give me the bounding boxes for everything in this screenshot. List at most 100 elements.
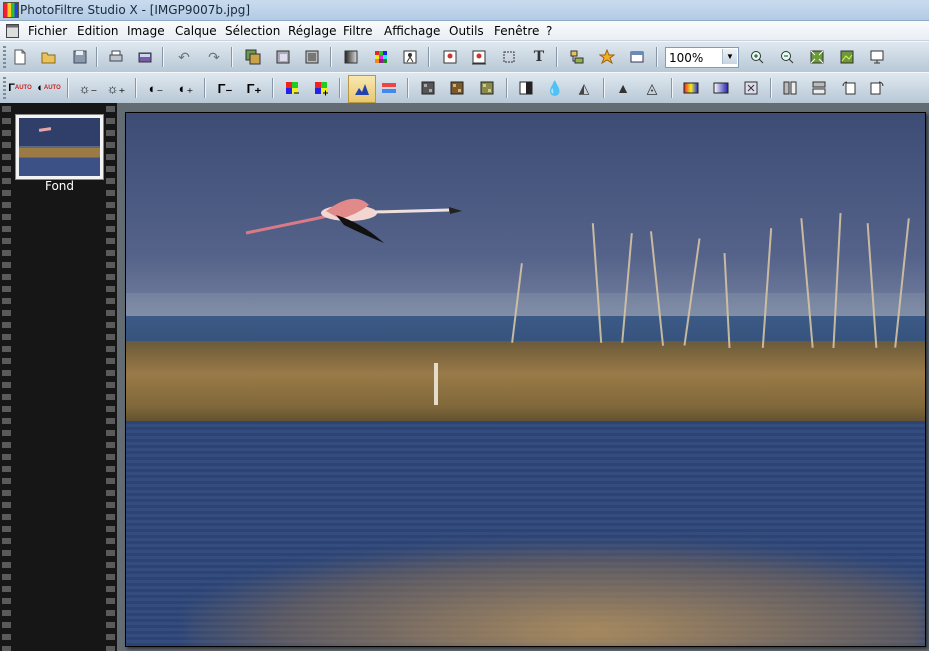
toolbar-separator (407, 78, 409, 98)
layer-name: Fond (44, 179, 75, 193)
scan-icon[interactable] (134, 46, 156, 68)
document-icon[interactable] (6, 24, 19, 38)
paste-icon[interactable] (272, 46, 294, 68)
zoom-select[interactable]: 100% ▼ (665, 47, 739, 68)
toolbar-separator (272, 78, 274, 98)
white-post (434, 363, 438, 405)
window-title: PhotoFiltre Studio X - [IMGP9007b.jpg] (20, 3, 251, 17)
layer-icon[interactable] (301, 46, 323, 68)
toolbar-grip[interactable] (3, 46, 6, 68)
menu-fichier[interactable]: Fichier (25, 23, 70, 39)
menu-help[interactable]: ? (543, 23, 555, 39)
film-strip (106, 103, 115, 651)
image-size-icon[interactable] (439, 46, 461, 68)
toolbar-separator (603, 78, 605, 98)
palette-icon[interactable] (370, 46, 392, 68)
drop-icon[interactable]: 💧 (544, 77, 566, 99)
contrast-plus-icon[interactable]: ◐₊ (175, 77, 197, 99)
save-icon[interactable] (69, 46, 91, 68)
foreground-reeds (186, 543, 925, 646)
menu-selection[interactable]: Sélection (222, 23, 283, 39)
app-icon (3, 2, 19, 18)
print-icon[interactable] (105, 46, 127, 68)
toolbar-separator (671, 78, 673, 98)
toolbar-separator (96, 47, 98, 67)
menu-edition[interactable]: Edition (74, 23, 122, 39)
slideshow-icon[interactable] (866, 46, 888, 68)
menu-affichage[interactable]: Affichage (381, 23, 443, 39)
flamingo (245, 198, 462, 243)
auto-levels-icon[interactable]: Γ AUTO (8, 77, 32, 99)
toolbar-separator (231, 47, 233, 67)
layer-panel: Fond (0, 103, 117, 651)
zoom-value: 100% (669, 51, 704, 65)
saturation-minus-icon[interactable] (281, 77, 303, 99)
star-icon[interactable] (596, 46, 618, 68)
gamma-minus-icon[interactable]: Γ₋ (214, 77, 236, 99)
fit-screen-icon[interactable] (806, 46, 828, 68)
flip-vertical-icon[interactable] (808, 77, 830, 99)
menu-outils[interactable]: Outils (446, 23, 487, 39)
histogram-icon[interactable] (348, 75, 376, 103)
menu-reglage[interactable]: Réglage (285, 23, 340, 39)
menu-calque[interactable]: Calque (172, 23, 220, 39)
text-icon[interactable]: T (528, 46, 550, 68)
new-file-icon[interactable] (9, 46, 31, 68)
saturation-plus-icon[interactable] (310, 77, 332, 99)
gradient-icon[interactable] (340, 46, 362, 68)
window-icon[interactable] (626, 46, 648, 68)
drop-outline-icon[interactable]: ◭ (573, 77, 595, 99)
menu-filtre[interactable]: Filtre (340, 23, 375, 39)
toolbar-separator (556, 47, 558, 67)
toolbar-separator (67, 78, 69, 98)
gamma-plus-icon[interactable]: Γ₊ (243, 77, 265, 99)
zoom-out-icon[interactable] (776, 46, 798, 68)
full-image-icon[interactable] (836, 46, 858, 68)
blur-icon[interactable]: ◬ (641, 77, 663, 99)
image-canvas[interactable] (125, 112, 926, 647)
pixelate-icon[interactable] (476, 77, 498, 99)
main-toolbar: ↶ ↷ T 100% ▼ (0, 41, 929, 73)
layer-manager-icon[interactable] (566, 46, 588, 68)
transform-icon[interactable] (740, 77, 762, 99)
toolbar-separator (770, 78, 772, 98)
auto-contrast-icon[interactable]: ◐ AUTO (37, 77, 61, 99)
gradient-fill-icon[interactable] (710, 77, 732, 99)
toolbar-separator (506, 78, 508, 98)
zoom-in-icon[interactable] (746, 46, 768, 68)
rotate-left-icon[interactable] (838, 77, 860, 99)
toolbar-separator (339, 78, 341, 98)
canvas-size-icon[interactable] (468, 46, 490, 68)
workspace (117, 103, 929, 651)
brightness-plus-icon[interactable]: ☼₊ (105, 77, 127, 99)
undo-icon[interactable]: ↶ (173, 46, 195, 68)
rotate-right-icon[interactable] (866, 77, 888, 99)
toolbar-separator (162, 47, 164, 67)
contrast-minus-icon[interactable]: ◐₋ (145, 77, 167, 99)
adjustments-toolbar: Γ AUTO ◐ AUTO ☼₋ ☼₊ ◐₋ ◐₊ Γ₋ Γ₊ 💧 ◭ ▲ ◬ (0, 72, 929, 104)
negative-icon[interactable] (515, 77, 537, 99)
menu-image[interactable]: Image (124, 23, 168, 39)
menu-fenetre[interactable]: Fenêtre (491, 23, 542, 39)
sepia-icon[interactable] (446, 77, 468, 99)
sharpen-icon[interactable]: ▲ (612, 77, 634, 99)
title-bar: PhotoFiltre Studio X - [IMGP9007b.jpg] (0, 0, 929, 21)
effect-icon[interactable] (399, 46, 421, 68)
grayscale-icon[interactable] (417, 77, 439, 99)
open-folder-icon[interactable] (38, 46, 60, 68)
brightness-minus-icon[interactable]: ☼₋ (77, 77, 99, 99)
color-balance-icon[interactable] (378, 77, 400, 99)
redo-icon[interactable]: ↷ (203, 46, 225, 68)
toolbar-grip[interactable] (3, 77, 6, 99)
menu-bar: Fichier Edition Image Calque Sélection R… (0, 21, 929, 41)
copy-layer-icon[interactable] (242, 46, 264, 68)
chevron-down-icon[interactable]: ▼ (722, 49, 737, 64)
layer-thumbnail[interactable] (16, 115, 103, 179)
toolbar-separator (656, 47, 658, 67)
reeds-band (126, 341, 925, 423)
horizon-haze (126, 293, 925, 318)
crop-icon[interactable] (498, 46, 520, 68)
gradient-map-icon[interactable] (680, 77, 702, 99)
film-strip (2, 103, 11, 651)
flip-horizontal-icon[interactable] (779, 77, 801, 99)
